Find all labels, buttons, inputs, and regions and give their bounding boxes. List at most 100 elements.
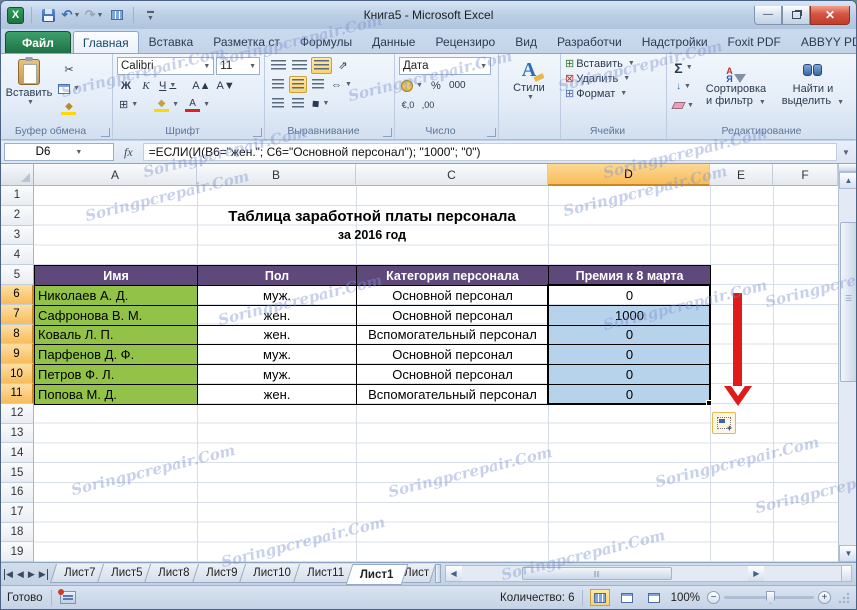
row-header-9[interactable]: 9 [1,344,34,364]
cell-bonus[interactable]: 0 [549,285,711,305]
row-header-17[interactable]: 17 [1,503,34,523]
next-sheet-button[interactable]: ▶ [28,569,35,580]
decrease-indent-button[interactable] [269,95,287,112]
tab-Главная[interactable]: Главная [73,31,139,53]
align-bottom-button[interactable] [311,57,332,74]
prev-sheet-button[interactable]: ◀ [17,569,24,580]
page-layout-view-button[interactable] [617,589,637,606]
tab-Данные[interactable]: Данные [362,31,425,53]
cell-category[interactable]: Основной персонал [357,305,549,325]
dialog-launcher-icon[interactable] [383,128,392,137]
row-header-1[interactable]: 1 [1,186,34,206]
cell-gender[interactable]: муж. [198,285,357,305]
scrollbar-thumb[interactable]: ‖‖ [522,567,672,580]
scroll-down-button[interactable]: ▼ [839,545,857,562]
fill-handle[interactable] [706,400,712,406]
cell-category[interactable]: Вспомогательный персонал [357,384,549,404]
formula-input[interactable]: =ЕСЛИ(И(В6="жен."; С6="Основной персонал… [143,143,837,161]
last-sheet-button[interactable]: ▶ [39,569,48,580]
row-header-13[interactable]: 13 [1,424,34,444]
table-tool-button[interactable] [108,6,126,24]
table-row[interactable]: Коваль Л. П.жен.Вспомогательный персонал… [35,325,711,345]
tab-Вид[interactable]: Вид [505,31,547,53]
number-format-combo[interactable]: Дата▼ [399,57,491,75]
cell-gender[interactable]: жен. [198,325,357,345]
horizontal-scrollbar[interactable]: ◀ ‖‖ ▶ [445,565,852,582]
close-button[interactable]: ✕ [810,6,850,25]
cell-gender[interactable]: жен. [198,305,357,325]
row-header-4[interactable]: 4 [1,245,34,265]
column-header-E[interactable]: E [710,164,773,186]
insert-cells-button[interactable]: ⊞Вставить▼ [565,57,662,70]
excel-logo-icon[interactable]: X [7,7,24,24]
table-header-Премия к 8 марта[interactable]: Премия к 8 марта [549,266,711,286]
font-name-combo[interactable]: Calibri▼ [117,57,214,75]
bold-button[interactable]: Ж [117,77,135,94]
row-header-16[interactable]: 16 [1,483,34,503]
increase-decimal-button[interactable]: €,0 [399,96,417,113]
underline-button[interactable]: Ч▼ [157,77,178,94]
undo-button[interactable]: ↶▼ [62,6,80,24]
resize-grip[interactable] [838,592,850,604]
cell-name[interactable]: Парфенов Д. Ф. [35,345,198,365]
cell-category[interactable]: Основной персонал [357,365,549,385]
cell-category[interactable]: Вспомогательный персонал [357,325,549,345]
table-header-Категория персонала[interactable]: Категория персонала [357,266,549,286]
sort-filter-button[interactable]: АЯ Сортировка и фильтр ▼ [699,57,773,123]
align-left-button[interactable] [269,76,287,93]
macro-record-icon[interactable] [60,591,76,604]
zoom-in-button[interactable]: + [818,591,831,604]
dialog-launcher-icon[interactable] [101,128,110,137]
cell-category[interactable]: Основной персонал [357,285,549,305]
cell-gender[interactable]: жен. [198,384,357,404]
clear-button[interactable]: ▼ [671,97,696,114]
fill-color-button[interactable]: ◆▼ [152,96,181,113]
column-header-B[interactable]: B [197,164,356,186]
tab-Вставка[interactable]: Вставка [139,31,204,53]
tab-Foxit PDF[interactable]: Foxit PDF [718,31,791,53]
format-painter-button[interactable]: ◆ [56,99,82,116]
align-middle-button[interactable] [290,57,309,74]
row-header-5[interactable]: 5 [1,265,34,285]
merge-center-button[interactable]: ⇔▼ [329,76,354,93]
vertical-scrollbar[interactable]: ▲ ▼ [838,164,857,562]
autofill-options-button[interactable] [712,412,736,434]
row-header-14[interactable]: 14 [1,443,34,463]
cut-button[interactable]: ✂ [56,61,82,78]
tab-Рецензиро[interactable]: Рецензиро [425,31,505,53]
increase-font-button[interactable]: А▲ [190,77,212,94]
scroll-right-button[interactable]: ▶ [748,566,764,581]
row-header-7[interactable]: 7 [1,305,34,325]
column-header-A[interactable]: A [34,164,197,186]
font-size-combo[interactable]: 11▼ [216,57,260,75]
table-row[interactable]: Парфенов Д. Ф.муж.Основной персонал0 [35,345,711,365]
font-color-button[interactable]: А▼ [183,96,212,113]
row-header-8[interactable]: 8 [1,325,34,345]
dialog-launcher-icon[interactable] [487,128,496,137]
row-header-19[interactable]: 19 [1,542,34,562]
column-header-C[interactable]: C [356,164,548,186]
zoom-slider[interactable]: − + [707,591,831,604]
zoom-thumb[interactable] [766,591,775,604]
accounting-format-button[interactable]: ▼ [399,77,425,94]
row-header-18[interactable]: 18 [1,523,34,543]
cell-name[interactable]: Коваль Л. П. [35,325,198,345]
tab-split-handle[interactable] [435,564,441,583]
paste-button[interactable]: Вставить ▼ [5,57,53,123]
format-cells-button[interactable]: ⊞Формат▼ [565,87,662,100]
table-row[interactable]: Сафронова В. М.жен.Основной персонал1000 [35,305,711,325]
cell-name[interactable]: Сафронова В. М. [35,305,198,325]
page-break-view-button[interactable] [644,589,664,606]
orientation-button[interactable]: ⇗ [334,57,352,74]
borders-button[interactable]: ⊞▼ [117,96,140,113]
tab-Надстройки[interactable]: Надстройки [632,31,718,53]
scrollbar-thumb[interactable] [840,222,857,382]
row-header-3[interactable]: 3 [1,226,34,246]
zoom-level[interactable]: 100% [671,592,700,604]
percent-style-button[interactable]: % [427,77,445,94]
cell-name[interactable]: Николаев А. Д. [35,285,198,305]
table-row[interactable]: Попова М. Д.жен.Вспомогательный персонал… [35,384,711,404]
cell-bonus[interactable]: 0 [549,345,711,365]
cell-gender[interactable]: муж. [198,345,357,365]
normal-view-button[interactable] [590,589,610,606]
